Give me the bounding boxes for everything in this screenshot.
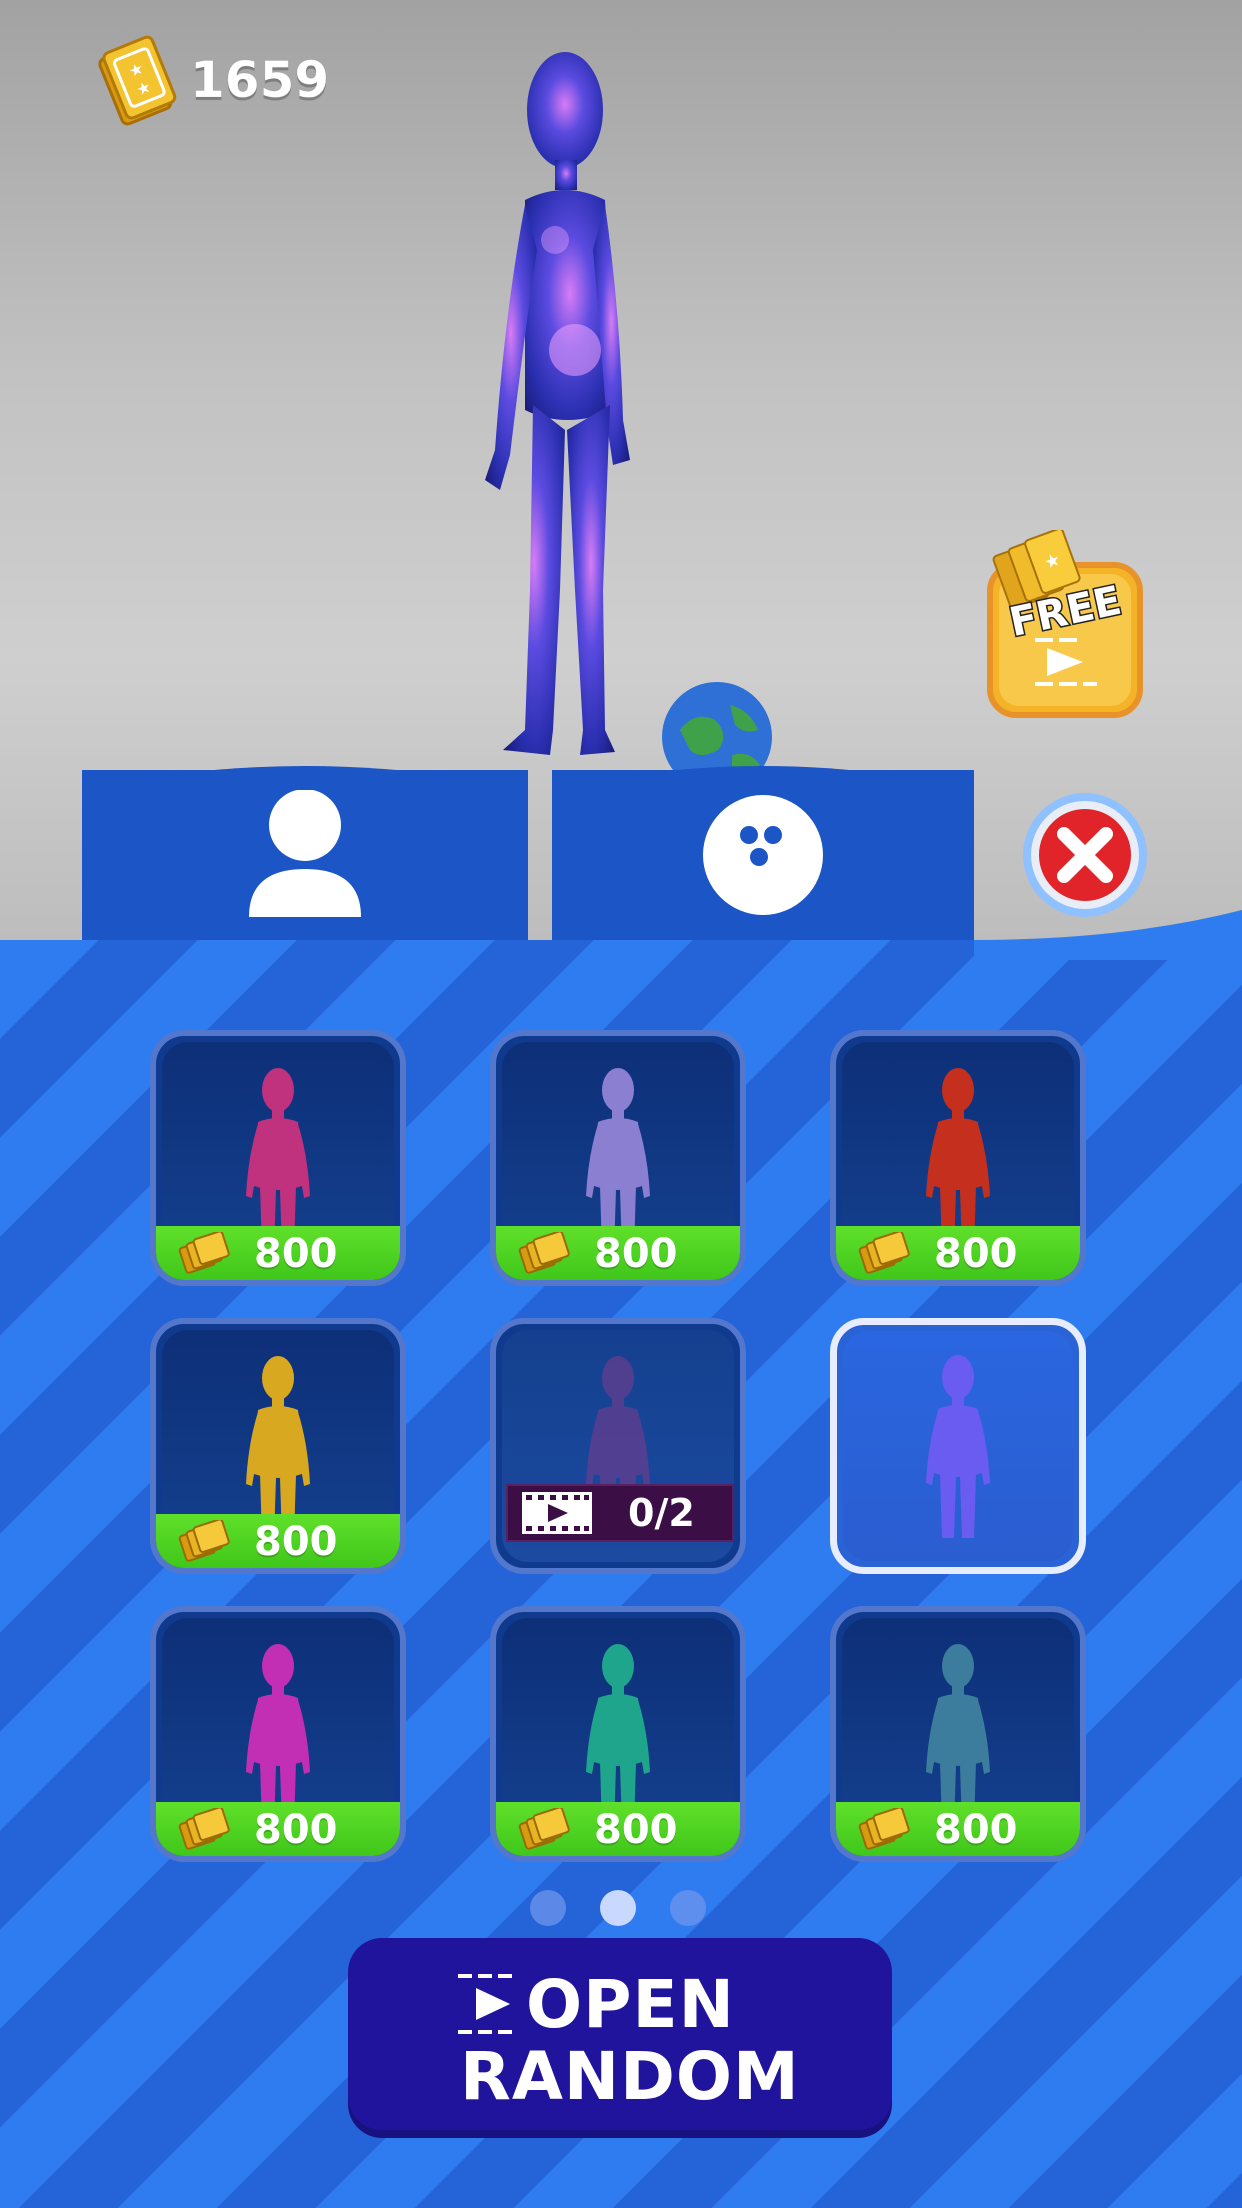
price-amount: 800 bbox=[934, 1807, 1018, 1853]
skin-card-black-hair-girl[interactable]: 800 bbox=[150, 1030, 406, 1286]
ticket-stack-icon bbox=[518, 1232, 570, 1274]
price-amount: 800 bbox=[934, 1231, 1018, 1277]
price-tag: 800 bbox=[496, 1226, 740, 1280]
ticket-stack-icon bbox=[178, 1520, 230, 1562]
skin-card-red[interactable]: 800 bbox=[830, 1030, 1086, 1286]
skin-card-galaxy[interactable] bbox=[830, 1318, 1086, 1574]
coin-counter: ★ ★ 1659 bbox=[86, 30, 330, 130]
skin-card-magenta[interactable]: 800 bbox=[150, 1606, 406, 1862]
price-amount: 800 bbox=[594, 1231, 678, 1277]
price-amount: 800 bbox=[254, 1807, 338, 1853]
skin-card-purple[interactable]: 800 bbox=[490, 1030, 746, 1286]
price-tag: 800 bbox=[156, 1226, 400, 1280]
skin-card-frog[interactable]: 800 bbox=[490, 1606, 746, 1862]
pagination-dots bbox=[530, 1890, 706, 1926]
close-button[interactable] bbox=[1020, 790, 1150, 920]
ticket-stack-icon bbox=[518, 1808, 570, 1850]
ticket-stack-icon: ★ ★ bbox=[98, 35, 177, 126]
tab-characters[interactable] bbox=[82, 766, 528, 940]
open-random-line2: RANDOM bbox=[460, 2038, 800, 2115]
open-random-button[interactable]: OPEN RANDOM bbox=[348, 1938, 892, 2130]
page-dot-3[interactable] bbox=[670, 1890, 706, 1926]
ticket-stack-icon bbox=[178, 1808, 230, 1850]
bowling-ball-icon bbox=[703, 795, 823, 915]
ticket-stack-icon bbox=[858, 1808, 910, 1850]
price-amount: 800 bbox=[254, 1519, 338, 1565]
person-icon bbox=[249, 789, 361, 917]
skin-card-blue-suit[interactable]: 800 bbox=[830, 1606, 1086, 1862]
ticket-stack-icon bbox=[178, 1232, 230, 1274]
selected-character-model bbox=[485, 52, 630, 755]
tab-balls[interactable] bbox=[552, 766, 974, 940]
free-tickets-ad-button[interactable]: ★ FREE bbox=[985, 530, 1145, 720]
price-tag: 800 bbox=[496, 1802, 740, 1856]
skin-card-pink-locked[interactable]: 0/2 bbox=[490, 1318, 746, 1574]
price-tag: 800 bbox=[156, 1514, 400, 1568]
price-tag: 800 bbox=[836, 1802, 1080, 1856]
page-dot-1[interactable] bbox=[530, 1890, 566, 1926]
page-dot-2[interactable] bbox=[600, 1890, 636, 1926]
open-random-line1: OPEN bbox=[526, 1966, 735, 2043]
ad-progress-count: 0/2 bbox=[628, 1491, 695, 1535]
price-amount: 800 bbox=[594, 1807, 678, 1853]
ad-unlock-progress: 0/2 bbox=[506, 1484, 734, 1542]
skin-figure bbox=[926, 1355, 990, 1538]
video-play-icon bbox=[458, 1974, 512, 2034]
skin-card-yellow[interactable]: 800 bbox=[150, 1318, 406, 1574]
video-play-icon bbox=[522, 1492, 592, 1534]
price-amount: 800 bbox=[254, 1231, 338, 1277]
ticket-stack-icon bbox=[858, 1232, 910, 1274]
price-tag: 800 bbox=[156, 1802, 400, 1856]
coin-count: 1659 bbox=[189, 51, 330, 110]
price-tag: 800 bbox=[836, 1226, 1080, 1280]
